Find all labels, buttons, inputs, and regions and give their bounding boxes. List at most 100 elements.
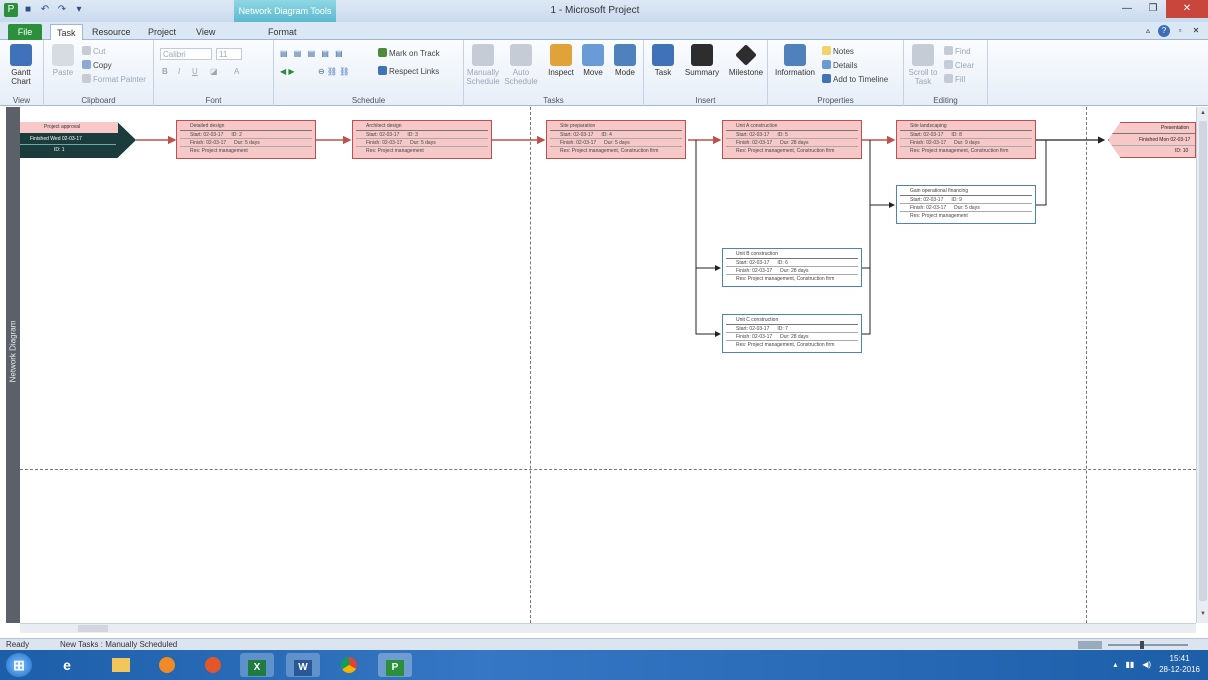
mode-button[interactable]: Mode [610, 44, 640, 77]
italic-icon[interactable]: I [178, 66, 180, 77]
respect-links-icon [378, 66, 387, 75]
font-name-combo[interactable]: Calibri [160, 48, 212, 60]
redo-icon[interactable]: ↷ [55, 3, 69, 17]
percent-complete-icons[interactable]: ▤ ▤ ▤ ▤ ▤ [280, 48, 345, 59]
vertical-scroll-thumb[interactable] [1199, 121, 1207, 601]
task-node-gain-operational-financing[interactable]: Gain operational financing Start: 02-03-… [896, 185, 1036, 224]
project-taskbar-icon[interactable]: P [378, 653, 412, 677]
customize-icon[interactable]: ▾ [72, 3, 86, 17]
vertical-scrollbar[interactable]: ▲ ▼ [1196, 107, 1208, 623]
find-button[interactable]: Find [944, 46, 971, 57]
tab-resource[interactable]: Resource [86, 24, 137, 40]
underline-icon[interactable]: U [192, 66, 198, 77]
window-close-icon[interactable]: ✕ [1190, 25, 1202, 37]
task-node-site-landscaping[interactable]: Site landscaping Start: 02-03-17 ID: 8 Fi… [896, 120, 1036, 159]
group-clipboard: Paste Cut Copy Format Painter Clipboard [44, 40, 154, 106]
media-player-icon[interactable] [150, 653, 184, 677]
find-label: Find [955, 47, 971, 56]
network-diagram-view[interactable]: Project approval Finished Wed 02-03-17 I… [20, 107, 1196, 623]
information-button[interactable]: Information [772, 44, 818, 77]
milestone-presentation[interactable]: Presentation Finished Mon 02-03-17 ID: 1… [1108, 122, 1196, 158]
respect-links-button[interactable]: Respect Links [378, 66, 439, 77]
tray-expand-icon[interactable]: ▴ [1113, 660, 1117, 669]
tab-file[interactable]: File [8, 24, 42, 40]
clock-date: 28-12-2016 [1159, 665, 1200, 674]
group-view: Gantt Chart View [0, 40, 44, 106]
undo-icon[interactable]: ↶ [38, 3, 52, 17]
task-node-architect-design[interactable]: Architect design Start: 02-03-17 ID: 3 Fi… [352, 120, 492, 159]
outdent-indent-icons[interactable]: ◀ ▶ [280, 66, 295, 77]
file-explorer-icon[interactable] [104, 653, 138, 677]
close-icon[interactable]: ✕ [1166, 0, 1208, 18]
start-orb-icon[interactable]: ⊞ [6, 653, 32, 677]
project-icon[interactable]: P [4, 3, 18, 17]
task-node-detailed-design[interactable]: Detailed design Start: 02-03-17 ID: 2 Fin… [176, 120, 316, 159]
cut-button[interactable]: Cut [82, 46, 105, 57]
fill-button[interactable]: Fill [944, 74, 965, 85]
window-restore-icon[interactable]: ▫ [1174, 25, 1186, 37]
scroll-to-task-button[interactable]: Scroll to Task [906, 44, 940, 86]
notes-button[interactable]: Notes [822, 46, 854, 57]
zoom-slider[interactable] [1078, 641, 1198, 649]
tab-task[interactable]: Task [50, 24, 83, 40]
clock[interactable]: 15:41 28-12-2016 [1159, 653, 1200, 675]
chrome-icon[interactable] [332, 653, 366, 677]
task-node-title: Site preparation [550, 122, 682, 131]
network-icon[interactable]: ▮▮ [1125, 660, 1134, 669]
insert-summary-button[interactable]: Summary [682, 44, 722, 77]
view-shortcuts[interactable] [1078, 641, 1102, 649]
auto-schedule-button[interactable]: Auto Schedule [504, 44, 538, 86]
scroll-down-icon[interactable]: ▼ [1198, 609, 1208, 619]
minimize-ribbon-icon[interactable]: ▵ [1142, 25, 1154, 37]
help-icon[interactable]: ? [1158, 25, 1170, 37]
scroll-up-icon[interactable]: ▲ [1198, 108, 1208, 118]
word-icon[interactable]: W [286, 653, 320, 677]
group-label-insert: Insert [695, 96, 716, 105]
task-node-start: Start: 02-03-17 [910, 132, 944, 138]
manually-schedule-button[interactable]: Manually Schedule [466, 44, 500, 86]
group-label-tasks: Tasks [543, 96, 564, 105]
tab-project[interactable]: Project [142, 24, 182, 40]
milestone-project-approval[interactable]: Project approval Finished Wed 02-03-17 I… [20, 122, 136, 158]
volume-icon[interactable]: ◀) [1142, 660, 1151, 669]
excel-icon[interactable]: X [240, 653, 274, 677]
font-size-combo[interactable]: 11 [216, 48, 242, 60]
format-painter-button[interactable]: Format Painter [82, 74, 146, 85]
task-node-unit-c-construction[interactable]: Unit C construction Start: 02-03-17 ID: 7… [722, 314, 862, 353]
task-node-unit-a-construction[interactable]: Unit A construction Start: 02-03-17 ID: 5… [722, 120, 862, 159]
save-icon[interactable]: ■ [21, 3, 35, 17]
add-to-timeline-button[interactable]: Add to Timeline [822, 74, 888, 85]
mark-on-track-icon [378, 48, 387, 57]
clear-button[interactable]: Clear [944, 60, 974, 71]
internet-explorer-icon[interactable]: e [50, 653, 84, 677]
new-tasks-mode[interactable]: New Tasks : Manually Scheduled [60, 640, 177, 649]
restore-icon[interactable]: ❐ [1140, 0, 1166, 18]
tab-view[interactable]: View [190, 24, 221, 40]
task-node-title: Unit B construction [726, 250, 858, 259]
insert-milestone-button[interactable]: Milestone [726, 44, 766, 77]
zoom-thumb[interactable] [1140, 641, 1144, 649]
inspect-button[interactable]: Inspect [546, 44, 576, 77]
font-color-icon[interactable]: A [234, 66, 239, 77]
move-button[interactable]: Move [578, 44, 608, 77]
horizontal-scroll-thumb[interactable] [78, 625, 108, 632]
details-icon [822, 60, 831, 69]
copy-button[interactable]: Copy [82, 60, 112, 71]
link-unlink-icons[interactable]: ⊖ ⛓ ⛓ [318, 66, 349, 77]
gantt-chart-button[interactable]: Gantt Chart [6, 44, 36, 86]
tab-format[interactable]: Format [262, 24, 303, 40]
details-button[interactable]: Details [822, 60, 857, 71]
insert-task-button[interactable]: Task [648, 44, 678, 77]
horizontal-scrollbar[interactable] [20, 623, 1196, 633]
copy-label: Copy [93, 61, 112, 70]
mark-on-track-button[interactable]: Mark on Track [378, 48, 440, 59]
task-node-finish: Finish: 02-03-17 [910, 205, 947, 211]
task-node-unit-b-construction[interactable]: Unit B construction Start: 02-03-17 ID: 6… [722, 248, 862, 287]
task-node-site-preparation[interactable]: Site preparation Start: 02-03-17 ID: 4 Fi… [546, 120, 686, 159]
bold-icon[interactable]: B [162, 66, 168, 77]
paste-button[interactable]: Paste [48, 44, 78, 77]
inspect-icon [550, 44, 572, 66]
minimize-icon[interactable]: — [1114, 0, 1140, 18]
firefox-icon[interactable] [196, 653, 230, 677]
fill-color-icon[interactable]: ◪ [210, 66, 218, 77]
